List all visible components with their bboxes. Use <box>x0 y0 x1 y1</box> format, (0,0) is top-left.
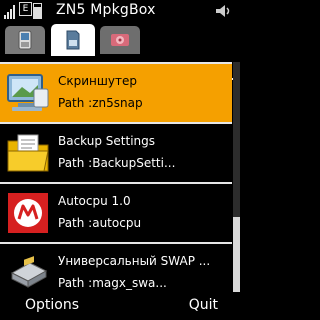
package-list[interactable]: Скриншутер Path :zn5snap Backup Settings… <box>0 62 240 292</box>
softkey-bar: Options Quit <box>0 293 240 320</box>
item-name: Autocpu 1.0 <box>58 194 131 208</box>
item-path: Path :autocpu <box>58 216 142 230</box>
tab-phone[interactable] <box>5 26 45 54</box>
app-title: ZN5 MpkgBox <box>56 2 156 18</box>
speaker-icon <box>216 5 230 17</box>
item-path: Path :magx_swa... <box>58 276 167 290</box>
item-name: Backup Settings <box>58 134 156 148</box>
item-name: Универсальный SWAP ... <box>58 254 211 268</box>
quit-softkey[interactable]: Quit <box>189 297 218 313</box>
scrollbar-thumb[interactable] <box>233 217 240 292</box>
disc-icon <box>111 34 129 46</box>
motorola-logo-icon <box>8 193 48 233</box>
tab-bar <box>0 22 240 80</box>
item-name: Скриншутер <box>58 74 137 88</box>
list-item[interactable]: Универсальный SWAP ... Path :magx_swa... <box>0 244 232 292</box>
memory-card-icon <box>66 30 80 50</box>
scrollbar[interactable] <box>233 62 240 292</box>
tab-memory-card[interactable] <box>51 24 95 56</box>
options-softkey[interactable]: Options <box>25 297 79 313</box>
battery-icon <box>33 3 42 19</box>
list-item[interactable]: Скриншутер Path :zn5snap <box>0 64 232 122</box>
folder-icon <box>7 134 49 172</box>
item-path: Path :BackupSetti... <box>58 156 176 170</box>
status-bar: E ZN5 MpkgBox <box>0 0 240 22</box>
signal-strength-icon <box>4 3 16 19</box>
monitor-icon <box>7 74 49 111</box>
list-item[interactable]: Autocpu 1.0 Path :autocpu <box>0 184 232 242</box>
phone-icon <box>18 30 32 50</box>
tab-disc[interactable] <box>100 26 140 54</box>
chip-icon <box>10 256 48 288</box>
list-item[interactable]: Backup Settings Path :BackupSetti... <box>0 124 232 182</box>
item-path: Path :zn5snap <box>58 96 143 110</box>
network-type-badge: E <box>19 2 32 16</box>
